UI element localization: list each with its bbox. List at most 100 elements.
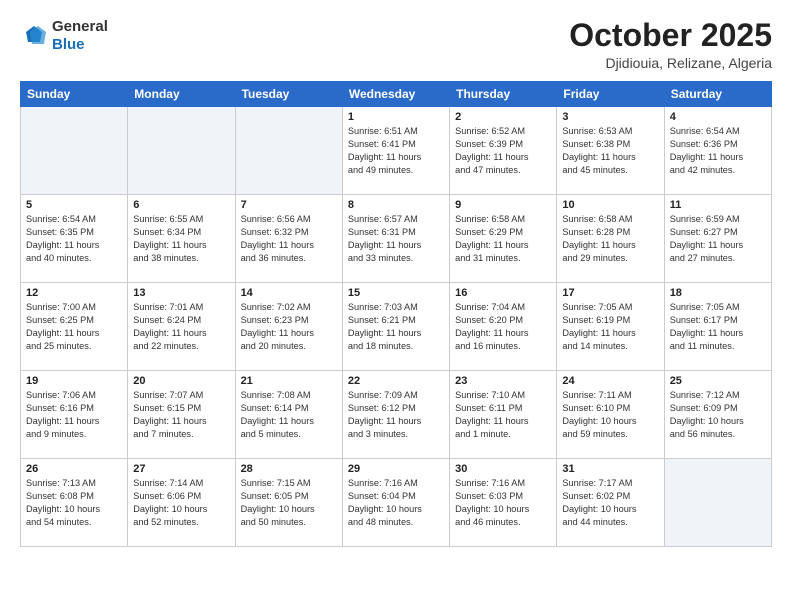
- week-row-4: 19 Sunrise: 7:06 AM Sunset: 6:16 PM Dayli…: [21, 371, 772, 459]
- day-info: Sunrise: 6:57 AM Sunset: 6:31 PM Dayligh…: [348, 213, 444, 265]
- day-info: Sunrise: 7:06 AM Sunset: 6:16 PM Dayligh…: [26, 389, 122, 441]
- calendar-cell: 4Sunrise: 6:54 AM Sunset: 6:36 PM Daylig…: [664, 107, 771, 195]
- calendar-cell: 11 Sunrise: 6:59 AM Sunset: 6:27 PM Dayli…: [664, 195, 771, 283]
- calendar-cell: 23 Sunrise: 7:10 AM Sunset: 6:11 PM Dayli…: [450, 371, 557, 459]
- day-number: 10: [562, 199, 658, 211]
- day-info: Sunrise: 7:17 AM Sunset: 6:02 PM Dayligh…: [562, 477, 658, 529]
- calendar-cell: 9 Sunrise: 6:58 AM Sunset: 6:29 PM Daylig…: [450, 195, 557, 283]
- day-info: Sunrise: 6:55 AM Sunset: 6:34 PM Dayligh…: [133, 213, 229, 265]
- day-number: 25: [670, 375, 766, 387]
- col-wednesday: Wednesday: [342, 82, 449, 107]
- location-subtitle: Djidiouia, Relizane, Algeria: [569, 55, 772, 71]
- day-info: Sunrise: 6:56 AM Sunset: 6:32 PM Dayligh…: [241, 213, 337, 265]
- day-info: Sunrise: 7:01 AM Sunset: 6:24 PM Dayligh…: [133, 301, 229, 353]
- day-number: 1: [348, 111, 444, 123]
- day-number: 29: [348, 463, 444, 475]
- day-number: 8: [348, 199, 444, 211]
- day-info: Sunrise: 7:15 AM Sunset: 6:05 PM Dayligh…: [241, 477, 337, 529]
- day-info: Sunrise: 6:58 AM Sunset: 6:29 PM Dayligh…: [455, 213, 551, 265]
- calendar-cell: 2 Sunrise: 6:52 AM Sunset: 6:39 PM Daylig…: [450, 107, 557, 195]
- calendar-cell: [21, 107, 128, 195]
- day-info: Sunrise: 7:02 AM Sunset: 6:23 PM Dayligh…: [241, 301, 337, 353]
- day-info: Sunrise: 6:54 AM Sunset: 6:36 PM Dayligh…: [670, 125, 766, 177]
- day-number: 6: [133, 199, 229, 211]
- calendar-cell: 8 Sunrise: 6:57 AM Sunset: 6:31 PM Daylig…: [342, 195, 449, 283]
- calendar-cell: 10 Sunrise: 6:58 AM Sunset: 6:28 PM Dayli…: [557, 195, 664, 283]
- calendar-cell: 27 Sunrise: 7:14 AM Sunset: 6:06 PM Dayli…: [128, 459, 235, 547]
- logo-text: General Blue: [52, 18, 108, 54]
- day-number: 26: [26, 463, 122, 475]
- day-info: Sunrise: 7:07 AM Sunset: 6:15 PM Dayligh…: [133, 389, 229, 441]
- calendar-table: Sunday Monday Tuesday Wednesday Thursday…: [20, 81, 772, 547]
- day-info: Sunrise: 7:11 AM Sunset: 6:10 PM Dayligh…: [562, 389, 658, 441]
- calendar-cell: 12Sunrise: 7:00 AM Sunset: 6:25 PM Dayli…: [21, 283, 128, 371]
- month-title: October 2025: [569, 18, 772, 53]
- day-info: Sunrise: 7:09 AM Sunset: 6:12 PM Dayligh…: [348, 389, 444, 441]
- logo-icon: [20, 22, 48, 50]
- day-info: Sunrise: 6:51 AM Sunset: 6:41 PM Dayligh…: [348, 125, 444, 177]
- day-info: Sunrise: 6:59 AM Sunset: 6:27 PM Dayligh…: [670, 213, 766, 265]
- day-number: 13: [133, 287, 229, 299]
- calendar-cell: 1 Sunrise: 6:51 AM Sunset: 6:41 PM Daylig…: [342, 107, 449, 195]
- day-number: 15: [348, 287, 444, 299]
- calendar-cell: [664, 459, 771, 547]
- day-number: 23: [455, 375, 551, 387]
- week-row-3: 12Sunrise: 7:00 AM Sunset: 6:25 PM Dayli…: [21, 283, 772, 371]
- day-number: 5: [26, 199, 122, 211]
- week-row-1: 1 Sunrise: 6:51 AM Sunset: 6:41 PM Daylig…: [21, 107, 772, 195]
- calendar-cell: 5 Sunrise: 6:54 AM Sunset: 6:35 PM Daylig…: [21, 195, 128, 283]
- day-number: 22: [348, 375, 444, 387]
- calendar-cell: 13 Sunrise: 7:01 AM Sunset: 6:24 PM Dayli…: [128, 283, 235, 371]
- day-info: Sunrise: 6:53 AM Sunset: 6:38 PM Dayligh…: [562, 125, 658, 177]
- col-thursday: Thursday: [450, 82, 557, 107]
- day-number: 2: [455, 111, 551, 123]
- day-number: 3: [562, 111, 658, 123]
- day-info: Sunrise: 7:14 AM Sunset: 6:06 PM Dayligh…: [133, 477, 229, 529]
- day-number: 28: [241, 463, 337, 475]
- day-number: 11: [670, 199, 766, 211]
- calendar-cell: 17Sunrise: 7:05 AM Sunset: 6:19 PM Dayli…: [557, 283, 664, 371]
- calendar-cell: 14 Sunrise: 7:02 AM Sunset: 6:23 PM Dayli…: [235, 283, 342, 371]
- calendar-cell: 18Sunrise: 7:05 AM Sunset: 6:17 PM Dayli…: [664, 283, 771, 371]
- page: General Blue October 2025 Djidiouia, Rel…: [0, 0, 792, 612]
- day-number: 16: [455, 287, 551, 299]
- calendar-cell: 21 Sunrise: 7:08 AM Sunset: 6:14 PM Dayli…: [235, 371, 342, 459]
- header-row: Sunday Monday Tuesday Wednesday Thursday…: [21, 82, 772, 107]
- day-info: Sunrise: 7:12 AM Sunset: 6:09 PM Dayligh…: [670, 389, 766, 441]
- calendar-cell: 16 Sunrise: 7:04 AM Sunset: 6:20 PM Dayli…: [450, 283, 557, 371]
- day-info: Sunrise: 6:58 AM Sunset: 6:28 PM Dayligh…: [562, 213, 658, 265]
- day-number: 21: [241, 375, 337, 387]
- col-saturday: Saturday: [664, 82, 771, 107]
- day-number: 7: [241, 199, 337, 211]
- day-info: Sunrise: 7:04 AM Sunset: 6:20 PM Dayligh…: [455, 301, 551, 353]
- day-number: 24: [562, 375, 658, 387]
- col-sunday: Sunday: [21, 82, 128, 107]
- day-number: 14: [241, 287, 337, 299]
- calendar-cell: 29Sunrise: 7:16 AM Sunset: 6:04 PM Dayli…: [342, 459, 449, 547]
- day-number: 20: [133, 375, 229, 387]
- day-info: Sunrise: 7:10 AM Sunset: 6:11 PM Dayligh…: [455, 389, 551, 441]
- day-number: 9: [455, 199, 551, 211]
- day-number: 19: [26, 375, 122, 387]
- calendar-cell: 30Sunrise: 7:16 AM Sunset: 6:03 PM Dayli…: [450, 459, 557, 547]
- calendar-cell: 15 Sunrise: 7:03 AM Sunset: 6:21 PM Dayli…: [342, 283, 449, 371]
- day-info: Sunrise: 6:54 AM Sunset: 6:35 PM Dayligh…: [26, 213, 122, 265]
- calendar-cell: 7 Sunrise: 6:56 AM Sunset: 6:32 PM Daylig…: [235, 195, 342, 283]
- col-tuesday: Tuesday: [235, 82, 342, 107]
- day-info: Sunrise: 7:08 AM Sunset: 6:14 PM Dayligh…: [241, 389, 337, 441]
- title-block: October 2025 Djidiouia, Relizane, Algeri…: [569, 18, 772, 71]
- header: General Blue October 2025 Djidiouia, Rel…: [20, 18, 772, 71]
- day-number: 12: [26, 287, 122, 299]
- calendar-cell: 6 Sunrise: 6:55 AM Sunset: 6:34 PM Daylig…: [128, 195, 235, 283]
- week-row-5: 26Sunrise: 7:13 AM Sunset: 6:08 PM Dayli…: [21, 459, 772, 547]
- logo-general: General: [52, 18, 108, 35]
- day-number: 17: [562, 287, 658, 299]
- day-info: Sunrise: 7:16 AM Sunset: 6:03 PM Dayligh…: [455, 477, 551, 529]
- col-friday: Friday: [557, 82, 664, 107]
- day-info: Sunrise: 6:52 AM Sunset: 6:39 PM Dayligh…: [455, 125, 551, 177]
- logo-blue: Blue: [52, 36, 85, 53]
- day-info: Sunrise: 7:03 AM Sunset: 6:21 PM Dayligh…: [348, 301, 444, 353]
- day-number: 27: [133, 463, 229, 475]
- calendar-cell: 22 Sunrise: 7:09 AM Sunset: 6:12 PM Dayli…: [342, 371, 449, 459]
- calendar-cell: 20 Sunrise: 7:07 AM Sunset: 6:15 PM Dayli…: [128, 371, 235, 459]
